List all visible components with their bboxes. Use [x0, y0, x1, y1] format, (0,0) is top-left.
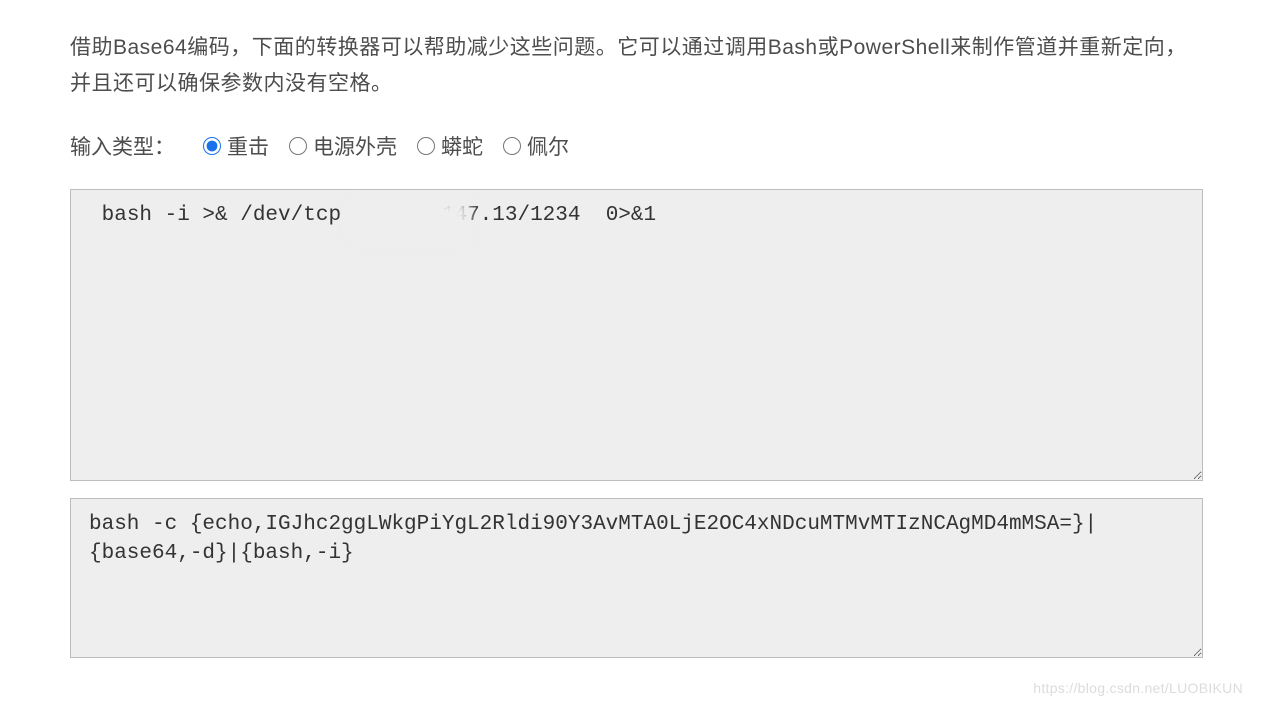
radio-option-powershell[interactable]: 电源外壳: [289, 131, 397, 161]
command-input-textarea[interactable]: [70, 189, 1203, 481]
radio-option-bash[interactable]: 重击: [203, 131, 269, 161]
command-output-textarea[interactable]: [70, 498, 1203, 658]
textarea-input-wrap: [70, 189, 1203, 498]
textarea-output-wrap: [70, 498, 1203, 663]
radio-option-perl[interactable]: 佩尔: [503, 131, 569, 161]
description-text: 借助Base64编码，下面的转换器可以帮助减少这些问题。它可以通过调用Bash或…: [70, 30, 1203, 101]
radio-option-python[interactable]: 蟒蛇: [417, 131, 483, 161]
input-type-row: 输入类型： 重击 电源外壳 蟒蛇 佩尔: [70, 131, 1203, 161]
radio-perl[interactable]: [503, 137, 521, 155]
radio-powershell[interactable]: [289, 137, 307, 155]
radio-python-label: 蟒蛇: [441, 131, 483, 161]
input-type-label: 输入类型：: [70, 131, 175, 161]
radio-python[interactable]: [417, 137, 435, 155]
radio-bash[interactable]: [203, 137, 221, 155]
radio-perl-label: 佩尔: [527, 131, 569, 161]
radio-bash-label: 重击: [227, 131, 269, 161]
radio-group: 重击 电源外壳 蟒蛇 佩尔: [203, 131, 569, 161]
radio-powershell-label: 电源外壳: [313, 131, 397, 161]
watermark-text: https://blog.csdn.net/LUOBIKUN: [1033, 680, 1243, 696]
